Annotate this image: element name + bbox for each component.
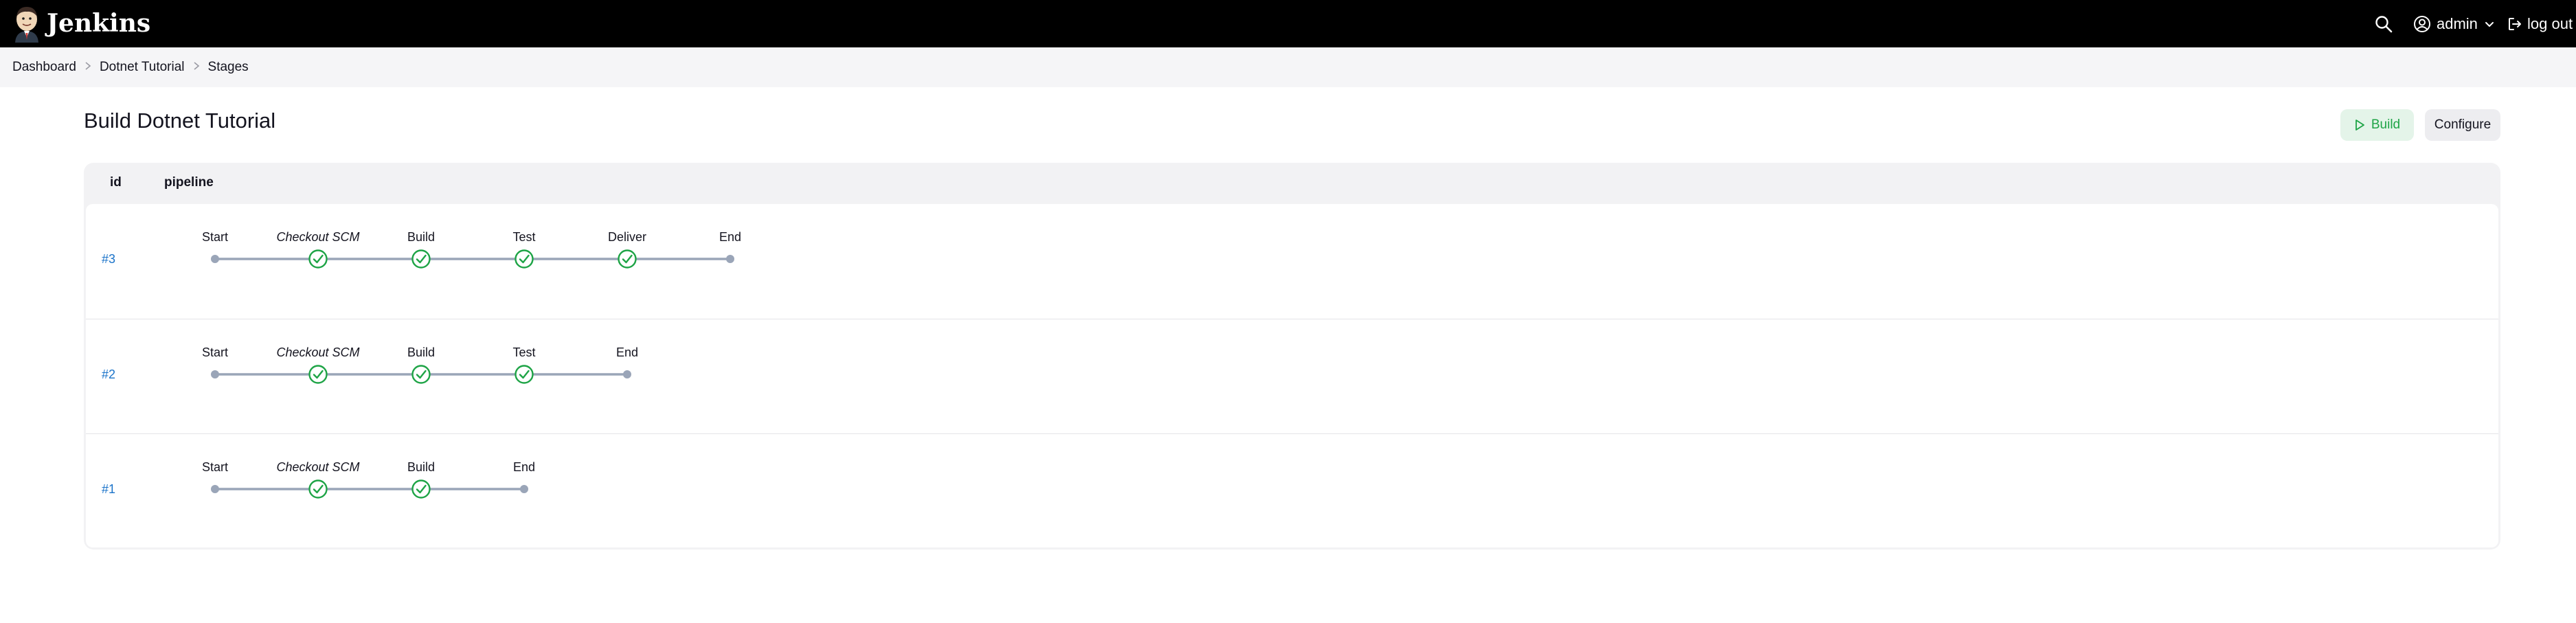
stage-endpoint-node <box>211 255 219 263</box>
stage-success-icon[interactable] <box>308 365 328 384</box>
build-button[interactable]: Build <box>2340 109 2414 141</box>
top-header: Jenkins admin log out <box>0 0 2576 47</box>
stage-label: Checkout SCM <box>276 460 359 474</box>
page-title: Build Dotnet Tutorial <box>84 109 276 133</box>
stage-endpoint-node <box>623 370 631 378</box>
breadcrumb-job[interactable]: Dotnet Tutorial <box>100 60 185 75</box>
stage-success-icon[interactable] <box>515 365 534 384</box>
pipeline-graph: Start Checkout SCM Build Test Deliver End <box>202 230 741 269</box>
stage-label: Deliver <box>608 230 646 244</box>
chevron-right-icon <box>185 60 208 75</box>
stage-label: End <box>513 460 535 474</box>
logout-icon <box>2509 18 2521 30</box>
stage-label: Build <box>407 460 435 474</box>
stage-label: Checkout SCM <box>276 230 359 244</box>
column-header-id: id <box>110 175 122 190</box>
stage-label: Start <box>202 230 228 244</box>
stage-success-icon[interactable] <box>308 249 328 269</box>
stage-label: Start <box>202 460 228 474</box>
table-row: #1 Start Checkout SCM Build End <box>86 433 2498 547</box>
configure-button[interactable]: Configure <box>2425 109 2500 141</box>
chevron-down-icon <box>2485 22 2494 27</box>
configure-button-label: Configure <box>2434 117 2492 132</box>
jenkins-logo-icon[interactable] <box>10 4 44 43</box>
table-body: #3 Start Checkout SCM Build Test Deliver End … <box>86 204 2498 547</box>
stage-success-icon[interactable] <box>308 479 328 499</box>
stage-success-icon[interactable] <box>515 249 534 269</box>
logout-link[interactable]: log out <box>2507 10 2573 38</box>
pipeline-graph: Start Checkout SCM Build Test End <box>202 346 638 384</box>
stage-endpoint-node <box>211 485 219 493</box>
stage-label: Build <box>407 230 435 244</box>
chevron-right-icon <box>76 60 100 75</box>
logout-label: log out <box>2527 15 2573 32</box>
stage-label: End <box>616 346 638 359</box>
build-button-label: Build <box>2371 117 2401 132</box>
stage-success-icon[interactable] <box>411 479 431 499</box>
stage-endpoint-node <box>726 255 734 263</box>
stage-label: End <box>719 230 741 244</box>
stage-endpoint-node <box>520 485 528 493</box>
table-row: #3 Start Checkout SCM Build Test Deliver End <box>86 204 2498 318</box>
stage-success-icon[interactable] <box>411 249 431 269</box>
brand-name[interactable]: Jenkins <box>47 4 150 43</box>
search-icon[interactable] <box>2373 14 2394 34</box>
stage-label: Build <box>407 346 435 359</box>
stage-success-icon[interactable] <box>618 249 637 269</box>
breadcrumb-dashboard[interactable]: Dashboard <box>12 60 76 75</box>
stage-endpoint-node <box>211 370 219 378</box>
play-icon <box>2355 120 2364 131</box>
pipeline-graph: Start Checkout SCM Build End <box>202 460 535 499</box>
user-circle-icon <box>2414 16 2430 32</box>
table-header: id pipeline <box>84 163 2500 203</box>
column-header-pipeline: pipeline <box>164 175 214 190</box>
stage-label: Start <box>202 346 228 359</box>
stage-success-icon[interactable] <box>411 365 431 384</box>
breadcrumb-stages[interactable]: Stages <box>208 60 249 75</box>
user-menu[interactable]: admin <box>2413 10 2496 38</box>
user-name: admin <box>2437 15 2478 32</box>
breadcrumb: Dashboard Dotnet Tutorial Stages <box>0 47 2576 87</box>
stages-table: id pipeline #3 Start Checkout SCM Build Tes… <box>84 163 2500 550</box>
stage-label: Test <box>512 230 535 244</box>
stage-label: Checkout SCM <box>276 346 359 359</box>
stage-label: Test <box>512 346 535 359</box>
table-row: #2 Start Checkout SCM Build Test End <box>86 319 2498 433</box>
